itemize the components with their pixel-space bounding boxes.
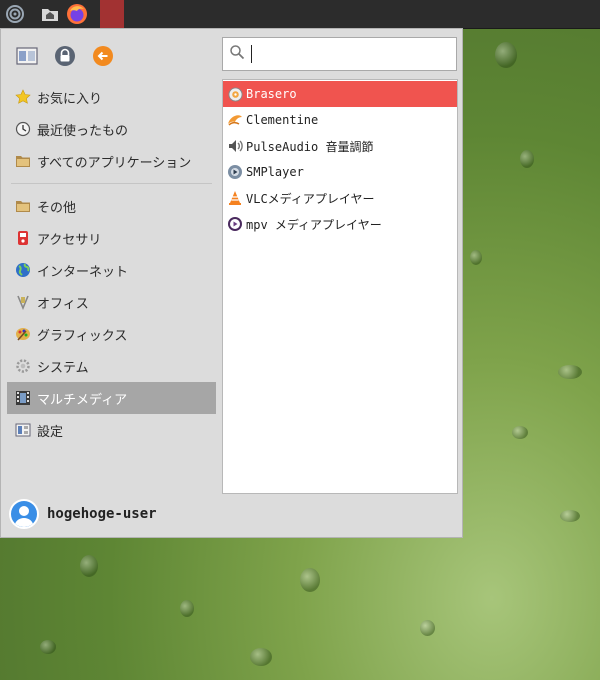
category-office[interactable]: オフィス	[7, 286, 216, 318]
user-name: hogehoge-user	[47, 506, 157, 522]
app-pulseaudio[interactable]: PulseAudio 音量調節	[223, 133, 457, 159]
raindrop	[300, 568, 320, 592]
category-label: すべてのアプリケーション	[37, 155, 192, 171]
category-label: 最近使ったもの	[37, 123, 129, 139]
app-label: PulseAudio 音量調節	[246, 139, 374, 154]
category-label: オフィス	[37, 296, 89, 312]
raindrop	[250, 648, 272, 666]
search-icon	[229, 44, 245, 64]
search-box[interactable]	[222, 37, 457, 71]
application-menu: お気に入り 最近使ったもの すべてのアプリケーション その他 アクセサリ インタ…	[0, 28, 463, 538]
category-label: マルチメディア	[37, 392, 128, 408]
vlc-icon	[227, 190, 243, 206]
app-vlc[interactable]: VLCメディアプレイヤー	[223, 185, 457, 211]
text-cursor	[251, 45, 252, 63]
user-section[interactable]: hogehoge-user	[9, 499, 157, 529]
home-folder-button[interactable]	[38, 0, 62, 28]
application-list: Brasero Clementine PulseAudio 音量調節 SMPla…	[222, 79, 458, 494]
switch-user-icon	[16, 47, 38, 65]
mpv-icon	[227, 216, 243, 232]
speaker-icon	[227, 138, 243, 154]
raindrop	[80, 555, 98, 577]
firefox-icon	[67, 4, 87, 24]
raindrop	[560, 510, 580, 522]
raindrop	[520, 150, 534, 168]
raindrop	[558, 365, 582, 379]
logout-button[interactable]	[90, 43, 116, 69]
category-label: お気に入り	[37, 91, 103, 107]
accessories-icon	[14, 229, 32, 247]
graphics-icon	[14, 325, 32, 343]
category-internet[interactable]: インターネット	[7, 254, 216, 286]
app-smplayer[interactable]: SMPlayer	[223, 159, 457, 185]
app-label: mpv メディアプレイヤー	[246, 217, 382, 232]
spiral-menu-icon	[6, 5, 24, 23]
office-icon	[14, 293, 32, 311]
app-clementine[interactable]: Clementine	[223, 107, 457, 133]
lock-button[interactable]	[52, 43, 78, 69]
app-label: VLCメディアプレイヤー	[246, 191, 375, 206]
clementine-icon	[227, 112, 243, 128]
category-all-applications[interactable]: すべてのアプリケーション	[7, 145, 216, 177]
divider	[11, 183, 212, 184]
category-label: システム	[37, 360, 89, 376]
category-list: お気に入り 最近使ったもの すべてのアプリケーション その他 アクセサリ インタ…	[7, 81, 216, 446]
category-favorites[interactable]: お気に入り	[7, 81, 216, 113]
raindrop	[495, 42, 517, 68]
category-graphics[interactable]: グラフィックス	[7, 318, 216, 350]
switch-user-button[interactable]	[14, 43, 40, 69]
raindrop	[420, 620, 435, 636]
category-label: 設定	[37, 424, 64, 440]
category-recent[interactable]: 最近使ったもの	[7, 113, 216, 145]
smplayer-icon	[227, 164, 243, 180]
avatar	[9, 499, 39, 529]
logout-arrow-icon	[93, 46, 113, 66]
gear-icon	[14, 357, 32, 375]
app-mpv[interactable]: mpv メディアプレイヤー	[223, 211, 457, 237]
home-folder-icon	[42, 9, 58, 21]
category-system[interactable]: システム	[7, 350, 216, 382]
star-icon	[14, 88, 32, 106]
app-label: SMPlayer	[246, 165, 304, 179]
raindrop	[40, 640, 56, 654]
category-accessories[interactable]: アクセサリ	[7, 222, 216, 254]
multimedia-icon	[14, 389, 32, 407]
folder-icon	[14, 152, 32, 170]
active-window-indicator[interactable]	[100, 0, 124, 28]
category-label: その他	[37, 200, 77, 216]
app-label: Clementine	[246, 113, 319, 127]
folder-icon	[14, 197, 32, 215]
user-avatar-icon	[14, 506, 34, 527]
category-label: アクセサリ	[37, 232, 102, 248]
app-label: Brasero	[246, 87, 297, 101]
clock-icon	[14, 120, 32, 138]
taskbar	[0, 0, 600, 29]
raindrop	[470, 250, 482, 265]
settings-icon	[14, 421, 32, 439]
category-label: インターネット	[37, 264, 129, 280]
raindrop	[512, 426, 528, 439]
category-settings[interactable]: 設定	[7, 414, 216, 446]
raindrop	[180, 600, 194, 617]
category-multimedia[interactable]: マルチメディア	[7, 382, 216, 414]
app-brasero[interactable]: Brasero	[223, 81, 457, 107]
app-menu-button[interactable]	[0, 0, 30, 28]
brasero-icon	[227, 86, 243, 102]
firefox-button[interactable]	[64, 0, 90, 28]
lock-icon	[55, 46, 75, 66]
category-label: グラフィックス	[37, 328, 128, 344]
globe-icon	[14, 261, 32, 279]
category-other[interactable]: その他	[7, 190, 216, 222]
session-buttons	[14, 43, 116, 69]
